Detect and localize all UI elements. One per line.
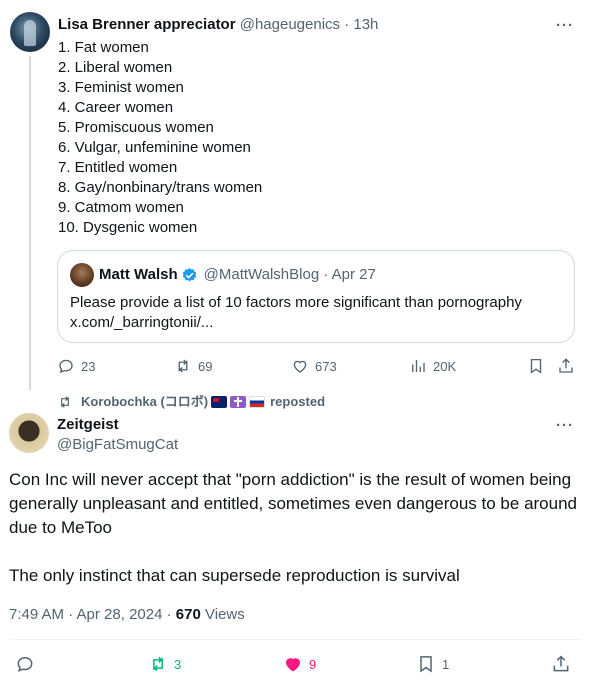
reply-icon (59, 359, 73, 374)
repost-button[interactable]: 3 (148, 653, 181, 675)
list-item: 4. Career women (58, 99, 174, 116)
tweet-action-bar: 23 69 673 20K (57, 356, 577, 376)
like-icon (293, 360, 307, 373)
tweet-paragraph: Con Inc will never accept that "porn add… (9, 470, 577, 537)
tweet-paragraph: The only instinct that can supersede rep… (9, 566, 460, 585)
like-count: 673 (315, 358, 337, 374)
bookmark-icon (530, 358, 542, 374)
reposted-label: reposted (270, 394, 326, 409)
reply-icon (17, 656, 33, 672)
australia-flag-icon (211, 396, 228, 408)
russia-flag-icon (249, 396, 266, 408)
cross-icon (230, 396, 247, 408)
tweet-lisa-brenner[interactable]: Lisa Brenner appreciator @hageugenics · … (0, 0, 590, 390)
share-icon (559, 358, 573, 373)
share-icon (553, 655, 569, 672)
repost-icon (61, 396, 69, 408)
list-item: 9. Catmom women (58, 199, 184, 216)
thread-connector-line (29, 56, 31, 390)
views-button[interactable]: 20K (409, 356, 456, 376)
share-button[interactable] (551, 653, 571, 675)
repost-indicator[interactable]: Korobochka (コロボ) reposted (57, 394, 325, 410)
tweet-timestamp-views: 7:49 AM · Apr 28, 2024 · 670 Views (9, 605, 245, 625)
avatar[interactable] (10, 12, 50, 52)
reply-button[interactable]: 23 (57, 356, 95, 376)
divider (9, 639, 581, 640)
like-button[interactable]: 673 (291, 356, 337, 376)
like-count: 9 (309, 656, 317, 672)
tweet-header: Lisa Brenner appreciator @hageugenics · … (58, 15, 378, 35)
views-count: 670 (175, 606, 201, 623)
quoted-author-name[interactable]: Matt Walsh (99, 265, 178, 285)
repost-button[interactable]: 69 (174, 356, 212, 376)
quoted-header: Matt Walsh @MattWalshBlog · Apr 27 (99, 265, 376, 285)
views-label: Views (200, 606, 245, 623)
bookmark-icon (420, 656, 432, 673)
avatar[interactable] (9, 413, 49, 453)
quoted-text-line: Please provide a list of 10 factors more… (70, 294, 522, 311)
list-item: 2. Liberal women (58, 59, 173, 76)
tweet-text-list: 1. Fat women 2. Liberal women 3. Feminis… (58, 38, 262, 238)
quoted-text: Please provide a list of 10 factors more… (70, 293, 560, 333)
author-handle[interactable]: @BigFatSmugCat (57, 435, 178, 455)
verified-icon (182, 267, 196, 281)
bookmark-count: 1 (442, 656, 450, 672)
share-button[interactable] (557, 356, 575, 376)
bookmark-button[interactable] (527, 356, 545, 376)
like-button[interactable]: 9 (283, 653, 316, 675)
quoted-tweet[interactable]: Matt Walsh @MattWalshBlog · Apr 27 Pleas… (57, 250, 575, 343)
like-icon (285, 658, 301, 672)
list-item: 6. Vulgar, unfeminine women (58, 139, 251, 156)
reply-count: 23 (81, 358, 96, 374)
list-item: 3. Feminist women (58, 79, 184, 96)
tweet-text: Con Inc will never accept that "porn add… (9, 468, 581, 588)
repost-icon (178, 359, 188, 373)
tweet-action-bar: 3 9 1 (0, 653, 590, 675)
list-item: 5. Promiscuous women (58, 119, 214, 136)
quoted-link[interactable]: x.com/_barringtonii/... (70, 313, 560, 333)
author-name[interactable]: Lisa Brenner appreciator (58, 16, 236, 33)
bookmark-button[interactable]: 1 (416, 653, 449, 675)
list-item: 10. Dysgenic women (58, 219, 198, 236)
list-item: 8. Gay/nonbinary/trans women (58, 179, 263, 196)
more-icon[interactable]: ··· (555, 415, 575, 435)
more-icon[interactable]: ··· (555, 15, 575, 35)
repost-count: 69 (198, 358, 213, 374)
repost-count: 3 (174, 656, 182, 672)
views-count: 20K (433, 358, 457, 374)
quoted-handle-time[interactable]: @MattWalshBlog · Apr 27 (204, 265, 376, 285)
reply-button[interactable] (15, 653, 35, 675)
author-name[interactable]: Zeitgeist (57, 415, 119, 435)
list-item: 7. Entitled women (58, 159, 178, 176)
repost-icon (153, 656, 163, 672)
timestamp[interactable]: 7:49 AM · Apr 28, 2024 · (9, 606, 176, 623)
views-icon (412, 360, 425, 372)
quoted-avatar[interactable] (70, 263, 94, 287)
author-handle-time[interactable]: @hageugenics · 13h (240, 16, 379, 33)
reposter-name[interactable]: Korobochka (コロボ) (81, 394, 208, 410)
list-item: 1. Fat women (58, 39, 149, 56)
